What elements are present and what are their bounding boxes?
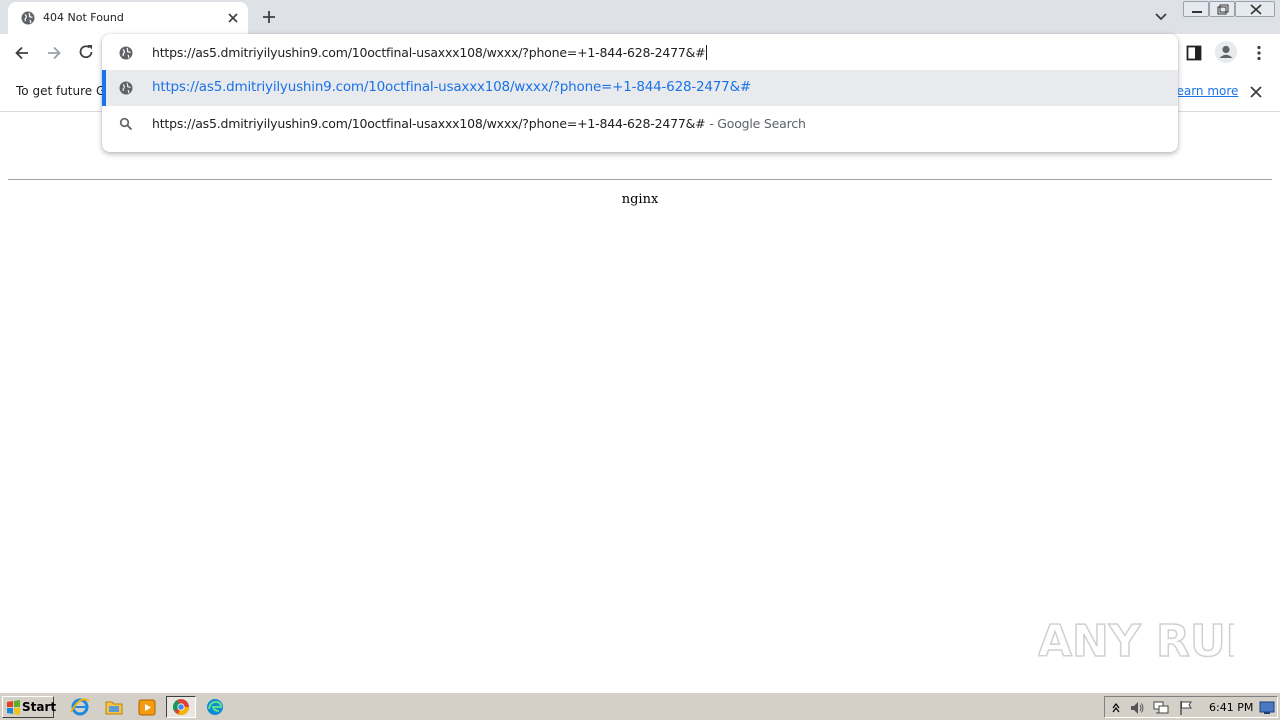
edge-icon[interactable] [204, 697, 226, 717]
globe-icon [21, 11, 35, 25]
address-input[interactable]: https://as5.dmitriyilyushin9.com/10octfi… [152, 45, 706, 60]
divider [8, 179, 1272, 180]
suggestion-url-text: https://as5.dmitriyilyushin9.com/10octfi… [152, 79, 752, 95]
media-player-icon[interactable] [136, 697, 158, 717]
suggestion-search-suffix: - Google Search [705, 116, 806, 131]
page-content: nginx [0, 112, 1280, 692]
info-bar-text: To get future G [16, 84, 106, 98]
ie-icon[interactable] [69, 697, 91, 717]
address-bar[interactable]: https://as5.dmitriyilyushin9.com/10octfi… [102, 34, 1178, 70]
network-icon[interactable] [1152, 700, 1170, 716]
watermark-text: ANY RUN [1038, 616, 1234, 667]
chrome-taskbar-button[interactable] [166, 696, 196, 718]
tab-strip: 404 Not Found [0, 0, 1280, 34]
start-label: Start [22, 700, 57, 714]
text-caret [706, 45, 708, 60]
suggestion-url[interactable]: https://as5.dmitriyilyushin9.com/10octfi… [102, 70, 1178, 106]
search-icon [119, 117, 133, 131]
show-desktop-icon[interactable] [1259, 700, 1275, 715]
selection-indicator [102, 70, 106, 106]
side-panel-icon[interactable] [1185, 44, 1203, 62]
close-icon [1250, 4, 1262, 15]
omnibox-dropdown: https://as5.dmitriyilyushin9.com/10octfi… [102, 34, 1178, 152]
minimize-icon [1192, 11, 1202, 13]
back-arrow-icon[interactable] [13, 44, 31, 62]
learn-more-link[interactable]: Learn more [1170, 84, 1238, 98]
windows-flag-icon [7, 700, 20, 715]
server-name: nginx [621, 192, 659, 207]
folder-icon[interactable] [103, 697, 125, 717]
chrome-icon [173, 699, 189, 716]
reload-icon[interactable] [77, 43, 95, 61]
tab-active[interactable]: 404 Not Found [8, 2, 248, 34]
close-icon[interactable] [226, 11, 240, 25]
watermark-logo: ANY RUN [1037, 608, 1263, 668]
chevron-down-icon[interactable] [1154, 11, 1168, 23]
window-close-button[interactable] [1235, 1, 1275, 17]
volume-icon[interactable] [1129, 700, 1145, 716]
flag-icon[interactable] [1178, 700, 1194, 716]
tab-title: 404 Not Found [43, 11, 124, 24]
taskbar: Start 6:41 PM [0, 692, 1280, 720]
close-icon[interactable] [1249, 85, 1263, 99]
profile-icon[interactable] [1214, 40, 1238, 64]
suggestion-search[interactable]: https://as5.dmitriyilyushin9.com/10octfi… [102, 106, 1178, 142]
chevron-up-icon[interactable] [1111, 701, 1121, 715]
plus-icon[interactable] [261, 9, 277, 25]
restore-icon [1217, 4, 1229, 15]
forward-arrow-icon[interactable] [45, 44, 63, 62]
system-tray: 6:41 PM [1104, 696, 1278, 718]
suggestion-search-text: https://as5.dmitriyilyushin9.com/10octfi… [152, 116, 706, 131]
start-button[interactable]: Start [2, 696, 57, 718]
minimize-button[interactable] [1183, 1, 1209, 17]
menu-dots-icon[interactable] [1250, 44, 1268, 62]
globe-icon [119, 46, 133, 60]
globe-icon [119, 81, 133, 95]
clock: 6:41 PM [1209, 701, 1254, 714]
restore-button[interactable] [1209, 1, 1235, 17]
